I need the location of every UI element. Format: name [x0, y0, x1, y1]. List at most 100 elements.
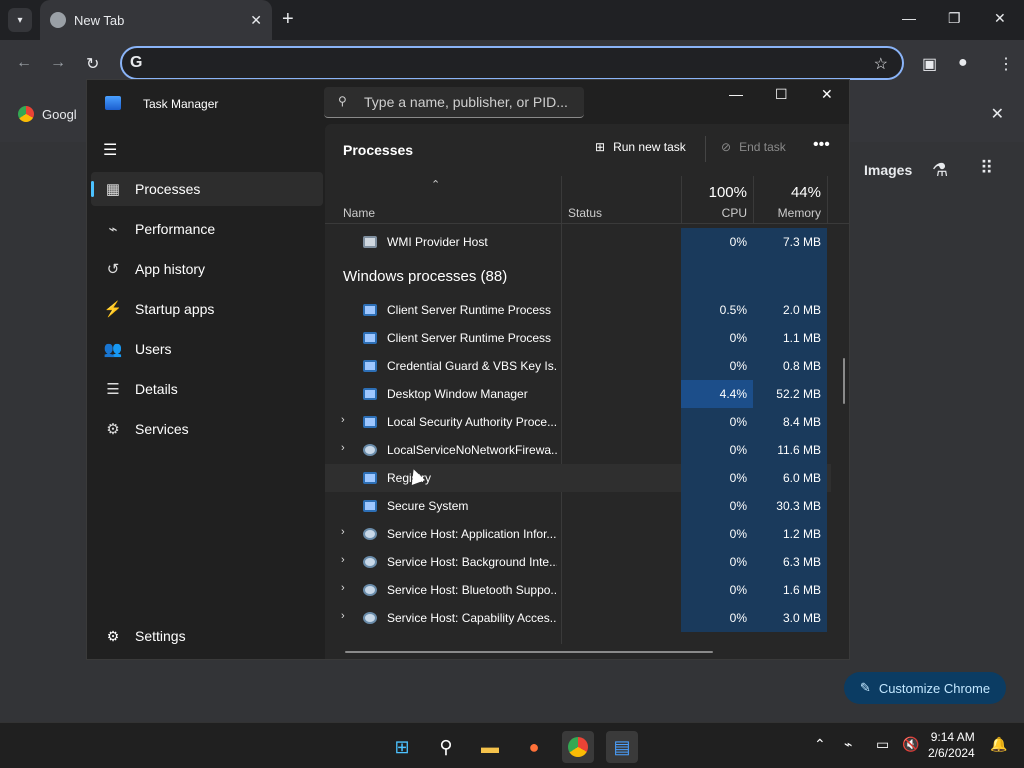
- nav-label: App history: [135, 261, 206, 277]
- bookmark-label: Googl: [42, 106, 77, 122]
- side-panel-icon[interactable]: ▣: [922, 54, 937, 74]
- apps-grid-icon[interactable]: ⠿: [980, 158, 993, 179]
- bookmark-google[interactable]: Googl: [18, 106, 77, 122]
- vertical-scrollbar[interactable]: [843, 358, 845, 404]
- process-row[interactable]: › Service Host: Bluetooth Suppo... 0% 1.6 M…: [325, 576, 831, 604]
- process-row[interactable]: Registry 0% 6.0 MB: [325, 464, 831, 492]
- expand-chevron-icon[interactable]: ›: [341, 610, 345, 622]
- nav-users[interactable]: 👥 Users: [91, 332, 323, 366]
- hamburger-menu-icon[interactable]: ☰: [103, 140, 117, 160]
- process-list: WMI Provider Host 0% 7.3 MB Windows proc…: [325, 224, 831, 644]
- end-task-button[interactable]: ⊘ End task: [721, 140, 786, 154]
- process-row[interactable]: › LocalServiceNoNetworkFirewa... 0% 11.6 MB: [325, 436, 831, 464]
- process-row[interactable]: › Service Host: Background Inte... 0% 6.3 M…: [325, 548, 831, 576]
- process-row[interactable]: Client Server Runtime Process 0.5% 2.0 MB: [325, 296, 831, 324]
- profile-icon[interactable]: ●: [958, 54, 968, 72]
- wmi-icon: [363, 236, 377, 248]
- close-icon[interactable]: ✕: [991, 104, 1004, 124]
- nav-processes[interactable]: ▦ Processes: [91, 172, 323, 206]
- nav-app-history[interactable]: ↺ App history: [91, 252, 323, 286]
- details-icon: ☰: [106, 381, 120, 398]
- back-icon[interactable]: ←: [16, 54, 32, 72]
- users-icon: 👥: [103, 341, 123, 358]
- chevron-up-icon[interactable]: ⌃: [814, 736, 826, 753]
- process-cpu: 0%: [681, 436, 753, 464]
- clock-date: 2/6/2024: [928, 746, 975, 760]
- forward-icon[interactable]: →: [50, 54, 66, 72]
- minimize-icon[interactable]: —: [729, 86, 743, 102]
- column-divider: [561, 176, 562, 224]
- chrome-icon[interactable]: [562, 731, 594, 763]
- expand-chevron-icon[interactable]: ›: [341, 442, 345, 454]
- close-tab-icon[interactable]: ✕: [250, 12, 262, 29]
- process-row[interactable]: Client Server Runtime Process 0% 1.1 MB: [325, 324, 831, 352]
- process-row[interactable]: Secure System 0% 30.3 MB: [325, 492, 831, 520]
- process-cpu: 0%: [681, 352, 753, 380]
- search-input[interactable]: [364, 92, 574, 112]
- process-memory: 8.4 MB: [753, 408, 827, 436]
- network-icon[interactable]: ⌁: [844, 736, 852, 753]
- nav-services[interactable]: ⚙ Services: [91, 412, 323, 446]
- start-windows-icon[interactable]: ⊞: [386, 731, 418, 763]
- task-manager-taskbar-icon[interactable]: ▤: [606, 731, 638, 763]
- menu-icon[interactable]: ⋮: [998, 54, 1014, 74]
- nav-startup-apps[interactable]: ⚡ Startup apps: [91, 292, 323, 326]
- tab-search-button[interactable]: ▾: [8, 8, 32, 32]
- nav-settings[interactable]: ⚙ Settings: [91, 619, 323, 653]
- column-cpu[interactable]: CPU: [695, 206, 747, 220]
- close-window-icon[interactable]: ✕: [994, 10, 1006, 27]
- expand-chevron-icon[interactable]: ›: [341, 554, 345, 566]
- gear-icon: [363, 584, 377, 596]
- bookmark-star-icon[interactable]: ☆: [874, 54, 888, 74]
- close-icon[interactable]: ✕: [821, 86, 833, 103]
- process-cpu: 0%: [681, 576, 753, 604]
- file-explorer-icon[interactable]: ▬: [474, 731, 506, 763]
- process-row[interactable]: › Local Security Authority Proce... 0% 8.4 …: [325, 408, 831, 436]
- expand-chevron-icon[interactable]: ›: [341, 414, 345, 426]
- process-cpu: 0%: [681, 464, 753, 492]
- column-status[interactable]: Status: [568, 206, 602, 220]
- tab-new-tab[interactable]: New Tab ✕: [40, 0, 272, 40]
- column-memory[interactable]: Memory: [765, 206, 821, 220]
- process-row[interactable]: › Service Host: Capability Acces... 0% 3.0 …: [325, 604, 831, 632]
- process-cpu: 4.4%: [681, 380, 753, 408]
- process-cpu: 0%: [681, 492, 753, 520]
- group-header[interactable]: Windows processes (88): [343, 268, 507, 285]
- restore-icon[interactable]: ❐: [948, 10, 961, 27]
- reload-icon[interactable]: ↻: [86, 54, 99, 74]
- firefox-icon[interactable]: ●: [518, 731, 550, 763]
- window-title: Task Manager: [143, 97, 219, 111]
- pencil-icon: ✎: [859, 680, 871, 695]
- process-row[interactable]: Credential Guard & VBS Key Is... 0% 0.8 MB: [325, 352, 831, 380]
- nav-details[interactable]: ☰ Details: [91, 372, 323, 406]
- process-memory: 6.3 MB: [753, 548, 827, 576]
- notification-bell-icon[interactable]: 🔔: [990, 736, 1007, 753]
- search-icon[interactable]: ⚲: [430, 731, 462, 763]
- nav-performance[interactable]: ⌁ Performance: [91, 212, 323, 246]
- display-icon[interactable]: ▭: [876, 736, 889, 753]
- process-row[interactable]: WMI Provider Host 0% 7.3 MB: [325, 228, 831, 256]
- process-name: LocalServiceNoNetworkFirewa...: [387, 443, 557, 457]
- column-name[interactable]: Name: [343, 206, 375, 220]
- minimize-icon[interactable]: —: [902, 10, 916, 26]
- expand-chevron-icon[interactable]: ›: [341, 526, 345, 538]
- maximize-icon[interactable]: ☐: [775, 86, 788, 103]
- more-options-icon[interactable]: •••: [813, 136, 830, 154]
- new-tab-button[interactable]: +: [282, 8, 294, 31]
- labs-icon[interactable]: ⚗: [932, 160, 948, 181]
- process-memory: 7.3 MB: [753, 228, 827, 256]
- window-icon: [363, 500, 377, 512]
- images-link[interactable]: Images: [864, 162, 912, 178]
- customize-chrome-button[interactable]: ✎ Customize Chrome: [844, 672, 1006, 704]
- process-row[interactable]: Desktop Window Manager 4.4% 52.2 MB: [325, 380, 831, 408]
- expand-chevron-icon[interactable]: ›: [341, 582, 345, 594]
- horizontal-scrollbar[interactable]: [345, 651, 713, 653]
- clock[interactable]: 9:14 AM 2/6/2024: [928, 729, 975, 761]
- run-new-task-button[interactable]: ⊞ Run new task: [595, 140, 686, 154]
- process-row[interactable]: › Service Host: Application Infor... 0% 1.2…: [325, 520, 831, 548]
- run-task-icon: ⊞: [595, 140, 606, 154]
- address-bar[interactable]: G ☆: [120, 46, 904, 80]
- volume-muted-icon[interactable]: 🔇: [902, 736, 919, 753]
- performance-icon: ⌁: [108, 221, 118, 238]
- search-box[interactable]: ⚲: [324, 87, 584, 118]
